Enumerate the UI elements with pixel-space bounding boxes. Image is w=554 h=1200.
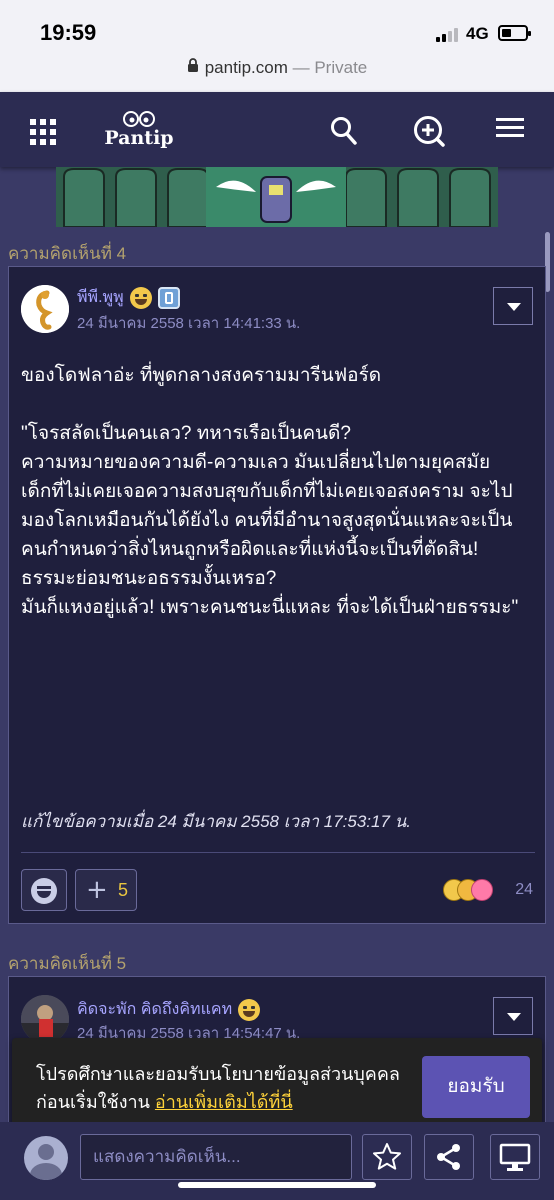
favorite-button[interactable] bbox=[362, 1134, 412, 1180]
share-button[interactable] bbox=[424, 1134, 474, 1180]
reaction-summary[interactable]: 24 bbox=[443, 879, 533, 903]
grid-icon[interactable] bbox=[30, 119, 56, 145]
grin-emoji-icon bbox=[129, 286, 152, 309]
cookie-text: โปรดศึกษาและยอมรับนโยบายข้อมูลส่วนบุคคลก… bbox=[36, 1060, 406, 1116]
comment-label: ความคิดเห็นที่ 5 bbox=[8, 954, 127, 973]
desktop-view-button[interactable] bbox=[490, 1134, 540, 1180]
url-bar[interactable]: pantip.com — Private bbox=[0, 58, 554, 78]
url-separator: — bbox=[287, 58, 315, 77]
private-label: Private bbox=[314, 58, 368, 77]
comment-options-button[interactable] bbox=[493, 287, 533, 325]
heart-emoji-icon bbox=[471, 879, 493, 901]
desktop-icon bbox=[499, 1143, 531, 1171]
post-time: 24 มีนาคม 2558 เวลา 14:41:33 น. bbox=[77, 315, 301, 332]
emotion-button[interactable] bbox=[21, 869, 67, 911]
user-name-text[interactable]: พีพี.พูพู bbox=[77, 289, 124, 306]
battery-icon bbox=[498, 25, 531, 41]
reaction-count: 24 bbox=[515, 881, 533, 898]
logo-eyes-icon bbox=[123, 111, 155, 127]
comment-card: พีพี.พูพู 24 มีนาคม 2558 เวลา 14:41:33 น… bbox=[8, 266, 546, 924]
logo-text: Pantip bbox=[104, 127, 174, 149]
avatar[interactable] bbox=[21, 285, 69, 333]
divider bbox=[21, 852, 535, 853]
signal-icon bbox=[436, 28, 460, 42]
body-line: "โจรสลัดเป็นคนเลว? ทหารเรือเป็นคนดี? bbox=[21, 423, 351, 444]
status-time: 19:59 bbox=[40, 20, 97, 45]
body-line: มันก็แหงอยู่แล้ว! เพราะคนชนะนี่แหละ ที่จ… bbox=[21, 597, 519, 618]
comment-label: ความคิดเห็นที่ 4 bbox=[8, 244, 127, 263]
my-avatar[interactable] bbox=[24, 1136, 68, 1180]
body-line: ความหมายของความดี-ความเลว มันเปลี่ยนไปตา… bbox=[21, 452, 491, 473]
plus-icon: + bbox=[86, 875, 108, 905]
lock-icon bbox=[187, 58, 199, 78]
share-icon bbox=[437, 1144, 460, 1170]
body-line: ธรรมะย่อมชนะอธรรมงั้นเหรอ? bbox=[21, 568, 277, 589]
star-icon bbox=[373, 1143, 401, 1170]
home-indicator bbox=[178, 1182, 376, 1188]
member-badge-icon bbox=[157, 286, 180, 309]
user-name[interactable]: คิดจะพัก คิดถึงคิทแคท bbox=[77, 997, 261, 1022]
event-banner[interactable] bbox=[56, 167, 498, 227]
cookie-read-more-link[interactable]: อ่านเพิ่มเติมได้ที่นี่ bbox=[155, 1092, 293, 1112]
search-icon[interactable] bbox=[330, 116, 358, 150]
comment-options-button[interactable] bbox=[493, 997, 533, 1035]
accept-button[interactable]: ยอมรับ bbox=[422, 1056, 530, 1118]
avatar[interactable] bbox=[21, 995, 69, 1043]
edit-note: แก้ไขข้อความเมื่อ 24 มีนาคม 2558 เวลา 17… bbox=[21, 812, 412, 831]
pantip-logo[interactable]: Pantip bbox=[104, 110, 174, 154]
plus-count: 5 bbox=[118, 880, 129, 900]
new-post-icon[interactable] bbox=[412, 114, 446, 152]
network-type: 4G bbox=[466, 24, 489, 43]
status-bar: 19:59 4G pantip.com — Private bbox=[0, 0, 554, 92]
smile-icon bbox=[31, 878, 57, 904]
comment-input[interactable]: แสดงความคิดเห็น... bbox=[80, 1134, 352, 1180]
body-line: เด็กที่ไม่เคยเจอความสงบสุขกับเด็กที่ไม่เ… bbox=[21, 481, 513, 560]
comment-body: ของโดฟลาอ่ะ ที่พูดกลางสงครามมารีนฟอร์ด "… bbox=[21, 361, 537, 622]
grin-emoji-icon bbox=[238, 998, 261, 1021]
bottom-bar: แสดงความคิดเห็น... bbox=[0, 1122, 554, 1200]
plus-vote-button[interactable]: + 5 bbox=[75, 869, 137, 911]
menu-icon[interactable] bbox=[496, 116, 524, 144]
app-header: Pantip bbox=[0, 92, 554, 167]
user-name[interactable]: พีพี.พูพู bbox=[77, 285, 180, 310]
url-domain: pantip.com bbox=[204, 58, 288, 77]
body-line: ของโดฟลาอ่ะ ที่พูดกลางสงครามมารีนฟอร์ด bbox=[21, 365, 382, 386]
user-name-text[interactable]: คิดจะพัก คิดถึงคิทแคท bbox=[77, 1001, 232, 1018]
